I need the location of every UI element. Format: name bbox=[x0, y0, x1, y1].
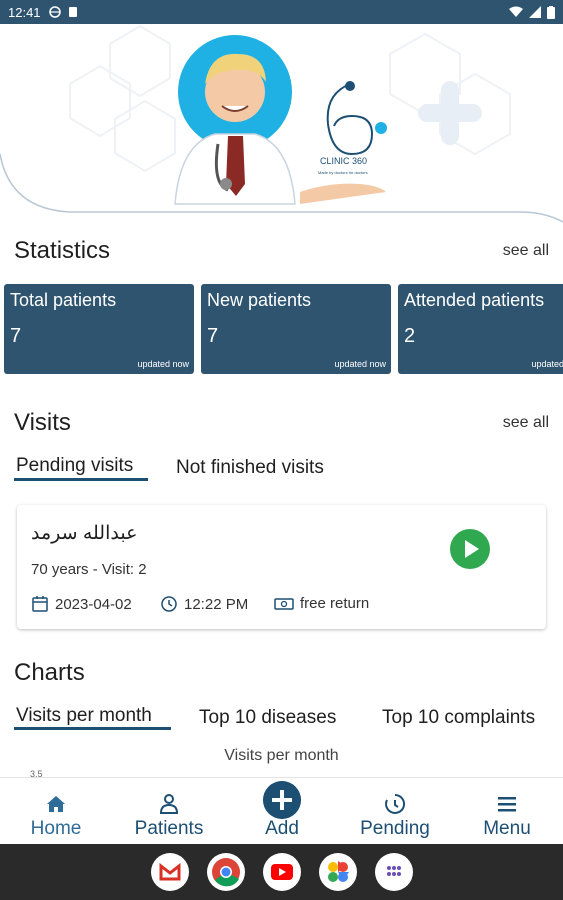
nav-label: Add bbox=[265, 818, 299, 839]
clock-icon bbox=[161, 596, 177, 612]
pending-icon bbox=[385, 793, 406, 814]
hero-illustration: CLINIC 360 Made by doctors for doctors bbox=[0, 24, 563, 223]
add-icon[interactable] bbox=[263, 781, 301, 819]
start-visit-button[interactable] bbox=[450, 529, 490, 569]
patients-icon bbox=[159, 794, 179, 814]
battery-icon bbox=[547, 5, 555, 19]
patient-details: 70 years - Visit: 2 bbox=[31, 561, 147, 578]
stat-value: 2 bbox=[404, 325, 416, 347]
sim-icon bbox=[68, 7, 77, 17]
visit-type: free return bbox=[300, 595, 370, 612]
chrome-icon[interactable] bbox=[207, 853, 245, 891]
status-time: 12:41 bbox=[8, 4, 41, 20]
stat-updated: updated now bbox=[137, 359, 189, 369]
tab-top-10-complaints[interactable]: Top 10 complaints bbox=[382, 707, 535, 729]
tab-visits-per-month[interactable]: Visits per month bbox=[16, 705, 152, 727]
logo-text: CLINIC 360 bbox=[320, 156, 367, 166]
status-bar: 12:41 bbox=[0, 0, 563, 24]
stat-label: New patients bbox=[207, 290, 312, 310]
calendar-icon bbox=[32, 596, 48, 612]
vpn-icon bbox=[48, 6, 61, 18]
charts-title: Charts bbox=[14, 659, 85, 686]
tab-active-indicator bbox=[14, 727, 171, 730]
chart-title: Visits per month bbox=[224, 747, 339, 764]
nav-label: Pending bbox=[360, 818, 430, 839]
nav-menu[interactable]: Menu bbox=[467, 778, 547, 845]
nav-patients[interactable]: Patients bbox=[124, 778, 214, 845]
stat-value: 7 bbox=[207, 325, 219, 347]
bottom-navigation: Home Patients Add Pending Menu bbox=[0, 777, 563, 844]
photos-icon[interactable] bbox=[319, 853, 357, 891]
patient-name: عبدالله سرمد bbox=[31, 523, 138, 544]
home-icon bbox=[47, 796, 65, 812]
nav-label: Home bbox=[30, 818, 82, 839]
stat-updated: updated now bbox=[334, 359, 386, 369]
nav-home[interactable]: Home bbox=[16, 778, 96, 845]
logo-tagline: Made by doctors for doctors bbox=[318, 170, 368, 175]
nav-label: Menu bbox=[483, 818, 531, 839]
signal-icon bbox=[529, 6, 541, 18]
youtube-icon[interactable] bbox=[263, 853, 301, 891]
stat-value: 7 bbox=[10, 325, 22, 347]
tab-pending-visits[interactable]: Pending visits bbox=[16, 455, 133, 477]
payment-icon bbox=[274, 597, 294, 610]
tab-top-10-diseases[interactable]: Top 10 diseases bbox=[199, 707, 336, 729]
visit-card[interactable]: عبدالله سرمد 70 years - Visit: 2 2023-04… bbox=[17, 505, 546, 629]
visit-time: 12:22 PM bbox=[184, 595, 249, 613]
stat-card-total-patients[interactable]: Total patients 7 updated now bbox=[4, 284, 194, 374]
stat-card-new-patients[interactable]: New patients 7 updated now bbox=[201, 284, 391, 374]
menu-icon bbox=[498, 797, 516, 812]
nav-pending[interactable]: Pending bbox=[350, 778, 440, 845]
system-dock bbox=[0, 844, 563, 900]
app-drawer-icon[interactable] bbox=[375, 853, 413, 891]
visits-see-all[interactable]: see all bbox=[503, 414, 549, 432]
statistics-see-all[interactable]: see all bbox=[503, 242, 549, 260]
visit-date: 2023-04-02 bbox=[55, 595, 132, 613]
hero-banner: CLINIC 360 Made by doctors for doctors bbox=[0, 24, 563, 224]
nav-label: Patients bbox=[134, 818, 204, 839]
tab-not-finished-visits[interactable]: Not finished visits bbox=[176, 457, 324, 479]
wifi-icon bbox=[509, 6, 523, 17]
stat-updated: updated now bbox=[531, 359, 563, 369]
statistics-title: Statistics bbox=[14, 237, 111, 264]
tab-active-indicator bbox=[14, 478, 148, 481]
stat-label: Attended patients bbox=[404, 290, 545, 310]
visits-title: Visits bbox=[14, 409, 71, 436]
gmail-icon[interactable] bbox=[151, 853, 189, 891]
stat-label: Total patients bbox=[10, 290, 117, 310]
stat-card-attended-patients[interactable]: Attended patients 2 updated now bbox=[398, 284, 563, 374]
